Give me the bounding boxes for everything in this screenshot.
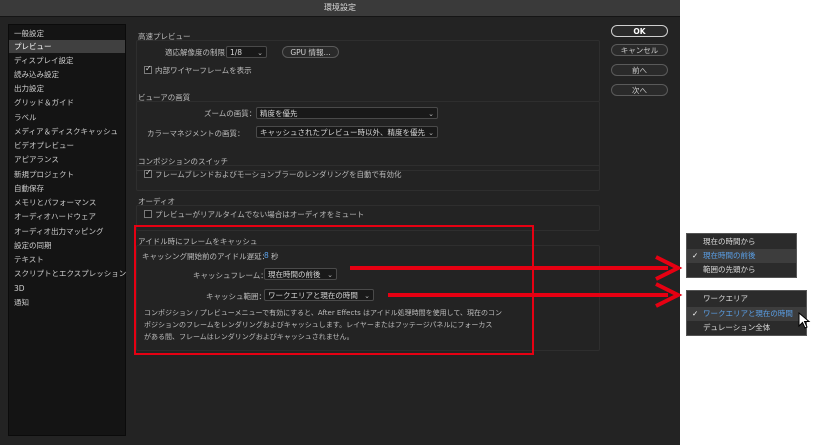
- arrow-icon: [350, 255, 683, 281]
- checkmark-icon: ✓: [692, 309, 699, 318]
- checkmark-icon: ✓: [692, 251, 699, 260]
- menu-item-selected[interactable]: ✓ 現在時間の前後: [687, 249, 796, 263]
- annotation-arrows: [350, 255, 683, 308]
- menu-item-label: ワークエリアと現在の時間: [703, 309, 793, 318]
- mouse-cursor-icon: [798, 312, 811, 329]
- cache-range-menu: ワークエリア ✓ ワークエリアと現在の時間 デュレーション全体: [686, 290, 807, 336]
- menu-item-selected[interactable]: ✓ ワークエリアと現在の時間: [687, 307, 806, 321]
- menu-item[interactable]: 現在の時間から: [687, 235, 796, 249]
- menu-item-label: 現在時間の前後: [703, 251, 756, 260]
- cache-frames-menu: 現在の時間から ✓ 現在時間の前後 範囲の先頭から: [686, 233, 797, 278]
- menu-item[interactable]: ワークエリア: [687, 292, 806, 306]
- arrow-icon: [388, 282, 683, 308]
- menu-item[interactable]: 範囲の先頭から: [687, 263, 796, 277]
- menu-item[interactable]: デュレーション全体: [687, 321, 806, 335]
